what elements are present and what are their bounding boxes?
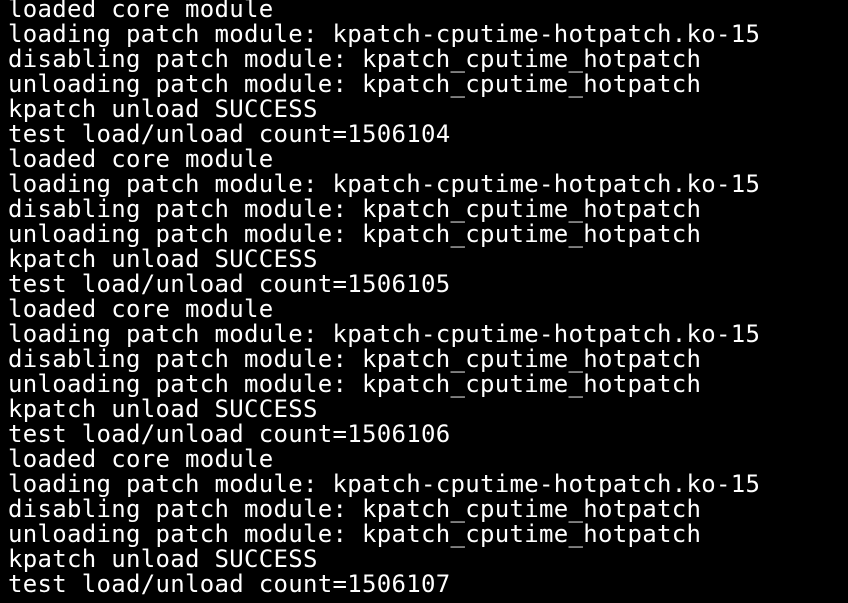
terminal-line: unloading patch module: kpatch_cputime_h… bbox=[8, 70, 702, 98]
terminal-line: loading patch module: kpatch-cputime-hot… bbox=[8, 320, 761, 348]
terminal-line: kpatch unload SUCCESS bbox=[8, 95, 318, 123]
terminal-line: disabling patch module: kpatch_cputime_h… bbox=[8, 495, 702, 523]
terminal-line: test load/unload count=1506104 bbox=[8, 120, 451, 148]
terminal-line: test load/unload count=1506106 bbox=[8, 420, 451, 448]
terminal-line: disabling patch module: kpatch_cputime_h… bbox=[8, 345, 702, 373]
terminal-line: unloading patch module: kpatch_cputime_h… bbox=[8, 520, 702, 548]
terminal-line: disabling patch module: kpatch_cputime_h… bbox=[8, 45, 702, 73]
terminal-line: loading patch module: kpatch-cputime-hot… bbox=[8, 470, 761, 498]
terminal-line: kpatch unload SUCCESS bbox=[8, 545, 318, 573]
terminal-output[interactable]: loaded core module loading patch module:… bbox=[0, 0, 848, 603]
terminal-line: kpatch unload SUCCESS bbox=[8, 245, 318, 273]
terminal-line: loading patch module: kpatch-cputime-hot… bbox=[8, 170, 761, 198]
terminal-line: unloading patch module: kpatch_cputime_h… bbox=[8, 370, 702, 398]
terminal-line: unloading patch module: kpatch_cputime_h… bbox=[8, 220, 702, 248]
terminal-line: test load/unload count=1506107 bbox=[8, 570, 451, 598]
terminal-line: loaded core module bbox=[8, 445, 274, 473]
terminal-line: loading patch module: kpatch-cputime-hot… bbox=[8, 20, 761, 48]
terminal-line: kpatch unload SUCCESS bbox=[8, 395, 318, 423]
terminal-line: loaded core module bbox=[8, 145, 274, 173]
terminal-line: loaded core module bbox=[8, 0, 274, 23]
terminal-line: disabling patch module: kpatch_cputime_h… bbox=[8, 195, 702, 223]
terminal-line: test load/unload count=1506105 bbox=[8, 270, 451, 298]
terminal-line: loaded core module bbox=[8, 295, 274, 323]
